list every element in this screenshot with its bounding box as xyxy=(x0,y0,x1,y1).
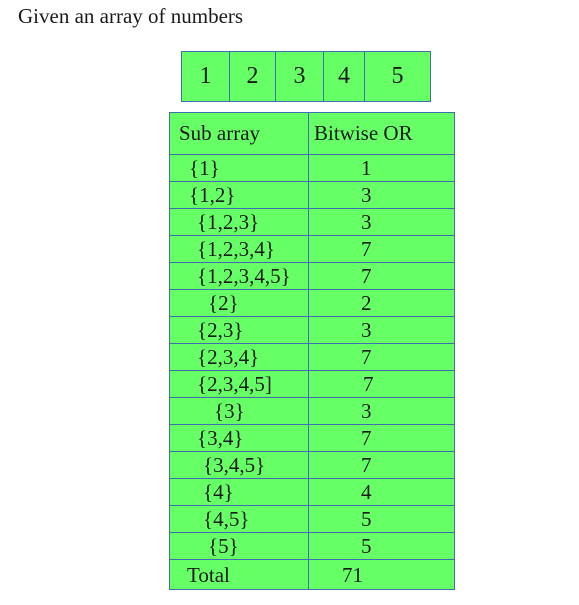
subarray-label: {1,2,3,4} xyxy=(197,237,275,261)
total-value: 71 xyxy=(342,562,363,587)
bitwise-or-value: 5 xyxy=(361,507,372,531)
bitwise-or-cell: 7 xyxy=(308,451,455,479)
array-cell: 5 xyxy=(391,63,404,89)
bitwise-or-value: 4 xyxy=(361,480,372,504)
bitwise-or-cell: 7 xyxy=(308,262,455,290)
table-header-row: Sub array Bitwise OR xyxy=(169,112,455,155)
bitwise-or-value: 7 xyxy=(361,453,372,477)
subarray-cell: {2,3,4,5] xyxy=(169,370,309,398)
bitwise-or-value: 7 xyxy=(363,372,374,396)
table-row: {2,3} 3 xyxy=(169,316,455,344)
bitwise-or-value: 3 xyxy=(361,399,372,423)
subarray-label: {5} xyxy=(208,534,239,558)
header-bitwise-or: Bitwise OR xyxy=(308,112,455,155)
array-cell: 2 xyxy=(230,52,276,101)
table-row: {1,2,3,4,5} 7 xyxy=(169,262,455,290)
subarray-label: {4,5} xyxy=(203,507,250,531)
subarray-or-table: Sub array Bitwise OR {1} 1 {1,2} 3 {1,2,3} 3{… xyxy=(169,112,455,590)
bitwise-or-value: 3 xyxy=(361,318,372,342)
table-row: {2} 2 xyxy=(169,289,455,317)
subarray-label: {2,3,4} xyxy=(197,345,260,369)
bitwise-or-value: 3 xyxy=(361,210,372,234)
subarray-cell: {4,5} xyxy=(169,505,309,533)
bitwise-or-value: 3 xyxy=(361,183,372,207)
subarray-cell: {1,2,3} xyxy=(169,208,309,236)
bitwise-or-value: 7 xyxy=(361,264,372,288)
bitwise-or-cell: 2 xyxy=(308,289,455,317)
bitwise-or-cell: 7 xyxy=(308,424,455,452)
table-row: {3,4,5} 7 xyxy=(169,451,455,479)
header-subarray-label: Sub array xyxy=(179,121,261,145)
bitwise-or-value: 7 xyxy=(361,426,372,450)
subarray-label: {2,3,4,5] xyxy=(197,372,272,396)
subarray-cell: {3} xyxy=(169,397,309,425)
table-row: {3,4} 7 xyxy=(169,424,455,452)
table-row: {2,3,4} 7 xyxy=(169,343,455,371)
subarray-label: {1,2,3,4,5} xyxy=(197,264,291,288)
subarray-cell: {2,3} xyxy=(169,316,309,344)
subarray-label: {2} xyxy=(208,291,239,315)
bitwise-or-cell: 3 xyxy=(308,397,455,425)
subarray-cell: {2} xyxy=(169,289,309,317)
table-row: {1,2,3} 3 xyxy=(169,208,455,236)
bitwise-or-value: 7 xyxy=(361,345,372,369)
subarray-cell: {3,4} xyxy=(169,424,309,452)
subarray-label: {3,4} xyxy=(197,426,244,450)
subarray-cell: {1,2} xyxy=(169,181,309,209)
total-row: Total 71 xyxy=(169,559,455,590)
array-cell: 1 xyxy=(182,52,230,101)
subarray-label: {1,2,3} xyxy=(197,210,260,234)
subarray-cell: {4} xyxy=(169,478,309,506)
bitwise-or-value: 7 xyxy=(361,237,372,261)
diagram-title: Given an array of numbers xyxy=(18,4,244,28)
table-row: {4} 4 xyxy=(169,478,455,506)
table-row: {1,2,3,4} 7 xyxy=(169,235,455,263)
total-value-cell: 71 xyxy=(308,559,455,590)
subarray-label: {3,4,5} xyxy=(203,453,266,477)
table-row: {5} 5 xyxy=(169,532,455,560)
bitwise-or-cell: 7 xyxy=(308,235,455,263)
bitwise-or-cell: 3 xyxy=(308,316,455,344)
subarray-label: {2,3} xyxy=(197,318,244,342)
bitwise-or-cell: 7 xyxy=(308,370,455,398)
bitwise-or-cell: 7 xyxy=(308,343,455,371)
subarray-cell: {1,2,3,4} xyxy=(169,235,309,263)
total-label: Total xyxy=(187,562,230,587)
number-array: 1 2 3 4 5 xyxy=(181,51,431,102)
array-cell: 4 xyxy=(324,52,365,101)
subarray-cell: {5} xyxy=(169,532,309,560)
bitwise-or-value: 1 xyxy=(361,156,372,180)
array-cell: 3 xyxy=(276,52,324,101)
subarray-label: {4} xyxy=(203,480,234,504)
subarray-label: {1,2} xyxy=(189,183,236,207)
table-row: {3} 3 xyxy=(169,397,455,425)
subarray-cell: {3,4,5} xyxy=(169,451,309,479)
table-row: {2,3,4,5] 7 xyxy=(169,370,455,398)
bitwise-or-cell: 5 xyxy=(308,532,455,560)
bitwise-or-value: 2 xyxy=(361,291,372,315)
bitwise-or-cell: 5 xyxy=(308,505,455,533)
subarray-label: {3} xyxy=(214,399,245,423)
subarray-cell: {1} xyxy=(169,154,309,182)
table-row: {1} 1 xyxy=(169,154,455,182)
subarray-label: {1} xyxy=(189,156,220,180)
bitwise-or-cell: 4 xyxy=(308,478,455,506)
table-row: {4,5} 5 xyxy=(169,505,455,533)
bitwise-or-cell: 3 xyxy=(308,181,455,209)
subarray-cell: {2,3,4} xyxy=(169,343,309,371)
table-row: {1,2} 3 xyxy=(169,181,455,209)
bitwise-or-cell: 1 xyxy=(308,154,455,182)
total-label-cell: Total xyxy=(169,559,309,590)
bitwise-or-value: 5 xyxy=(361,534,372,558)
header-bitwise-or-label: Bitwise OR xyxy=(314,121,413,145)
subarray-cell: {1,2,3,4,5} xyxy=(169,262,309,290)
bitwise-or-cell: 3 xyxy=(308,208,455,236)
header-subarray: Sub array xyxy=(169,112,309,155)
